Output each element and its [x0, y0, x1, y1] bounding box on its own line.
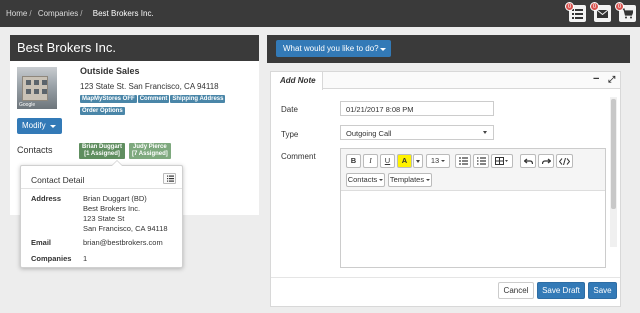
list-icon — [167, 175, 174, 182]
templates-dropdown-label: Templates — [389, 175, 425, 184]
contact-name: Judy Pierce — [133, 144, 167, 150]
cancel-button[interactable]: Cancel — [498, 282, 534, 299]
bold-button[interactable]: B — [346, 154, 361, 168]
modify-button[interactable]: Modify — [17, 118, 62, 134]
tag-order-options[interactable]: Order Options — [80, 107, 125, 115]
code-view-button[interactable] — [556, 154, 573, 168]
type-select[interactable]: Outgoing Call — [340, 125, 494, 140]
email-value[interactable]: brian@bestbrokers.com — [83, 238, 163, 248]
breadcrumb-current: Best Brokers Inc. — [92, 9, 154, 18]
redo-button[interactable] — [538, 154, 554, 168]
notification-badge: 0 — [565, 2, 574, 11]
company-photo[interactable]: Google — [17, 67, 57, 109]
underline-button[interactable]: U — [380, 154, 395, 168]
top-bar: Home / Companies / Best Brokers Inc. 0 0 0 — [0, 0, 640, 27]
companies-label: Companies — [31, 254, 72, 263]
contact-detail-popover: Contact Detail Address Brian Duggart (BD… — [20, 160, 183, 268]
company-tags: MapMyStores OFF Comment Shipping Address Or… — [80, 93, 256, 117]
contact-tag-brian[interactable]: Brian Duggart [1 Assigned] — [79, 143, 126, 159]
code-icon — [558, 157, 571, 166]
email-label: Email — [31, 238, 52, 247]
tag-mapmystores[interactable]: MapMyStores OFF — [80, 95, 137, 103]
address-line: Best Brokers Inc. — [83, 204, 141, 213]
contact-name: Brian Duggart — [82, 144, 123, 150]
bulleted-list-button[interactable] — [455, 154, 471, 168]
table-button[interactable] — [491, 154, 513, 168]
breadcrumb-home[interactable]: Home — [6, 9, 27, 18]
popover-divider — [21, 188, 182, 189]
caret-down-icon — [380, 48, 386, 51]
font-size-value: 13 — [430, 156, 440, 165]
date-label: Date — [281, 105, 298, 114]
cart-icon[interactable]: 0 — [615, 2, 636, 22]
note-footer-divider — [271, 277, 620, 278]
tag-comment[interactable]: Comment — [137, 95, 170, 103]
tag-shipping-address[interactable]: Shipping Address — [170, 95, 226, 103]
templates-dropdown[interactable]: Templates — [388, 173, 432, 187]
caret-down-icon — [50, 125, 56, 128]
contact-assigned: [7 Assigned] — [132, 151, 168, 157]
breadcrumb: Home / Companies / Best Brokers Inc. — [6, 9, 154, 18]
date-input[interactable]: 01/21/2017 8:08 PM — [340, 101, 494, 116]
list-view-button[interactable] — [163, 173, 176, 184]
caret-down-icon — [483, 131, 487, 134]
panel-scrollbar[interactable] — [610, 97, 617, 247]
photo-source-label: Google — [19, 102, 36, 108]
redo-icon — [541, 158, 551, 165]
contact-assigned: [1 Assigned] — [84, 151, 120, 157]
numbered-list-icon — [476, 157, 486, 165]
company-name: Best Brokers Inc. — [10, 35, 259, 61]
table-icon — [495, 157, 508, 165]
scrollbar-thumb[interactable] — [611, 99, 616, 209]
popover-arrow — [111, 160, 123, 166]
address-line: 123 State St — [83, 214, 125, 223]
breadcrumb-companies[interactable]: Companies — [38, 9, 78, 18]
contacts-dropdown-label: Contacts — [347, 175, 378, 184]
companies-value: 1 — [83, 254, 88, 263]
message-badge: 0 — [590, 2, 599, 11]
undo-icon — [523, 158, 533, 165]
contact-tag-judy[interactable]: Judy Pierce [7 Assigned] — [129, 143, 171, 159]
save-button[interactable]: Save — [588, 282, 617, 299]
type-value: Outgoing Call — [346, 129, 392, 138]
font-size-dropdown[interactable]: 13 — [426, 154, 450, 168]
company-type: Outside Sales — [80, 66, 140, 76]
color-dropdown[interactable] — [413, 154, 423, 168]
comment-label: Comment — [281, 152, 316, 161]
save-draft-button[interactable]: Save Draft — [537, 282, 585, 299]
what-to-do-button[interactable]: What would you like to do? — [276, 40, 391, 57]
expand-icon[interactable]: ⤢ — [608, 74, 615, 85]
editor-toolbar: B I U A 13 Contacts Templates — [341, 149, 605, 191]
contacts-label: Contacts — [17, 145, 53, 155]
italic-button[interactable]: I — [363, 154, 378, 168]
address-line: San Francisco, CA 94118 — [83, 224, 168, 233]
cart-badge: 0 — [615, 2, 624, 11]
contacts-dropdown[interactable]: Contacts — [346, 173, 385, 187]
text-color-button[interactable]: A — [397, 154, 412, 168]
add-note-panel: Add Note − ⤢ Date 01/21/2017 8:08 PM Typ… — [270, 71, 621, 307]
what-to-do-label: What would you like to do? — [283, 44, 379, 53]
list-icon[interactable]: 0 — [565, 2, 586, 22]
type-label: Type — [281, 130, 299, 139]
note-tab-bar: Add Note − ⤢ — [271, 72, 620, 90]
tab-add-note[interactable]: Add Note — [271, 72, 323, 90]
envelope-icon[interactable]: 0 — [590, 2, 611, 22]
bulleted-list-icon — [458, 157, 468, 165]
minimize-icon[interactable]: − — [593, 73, 599, 85]
popover-title: Contact Detail — [31, 175, 85, 185]
numbered-list-button[interactable] — [473, 154, 489, 168]
company-address: 123 State St. San Francisco, CA 94118 — [80, 82, 219, 91]
address-line: Brian Duggart (BD) — [83, 194, 147, 203]
comment-editor[interactable]: B I U A 13 Contacts Templates — [340, 148, 606, 268]
address-label: Address — [31, 194, 62, 203]
undo-button[interactable] — [520, 154, 536, 168]
modify-label: Modify — [22, 121, 46, 130]
